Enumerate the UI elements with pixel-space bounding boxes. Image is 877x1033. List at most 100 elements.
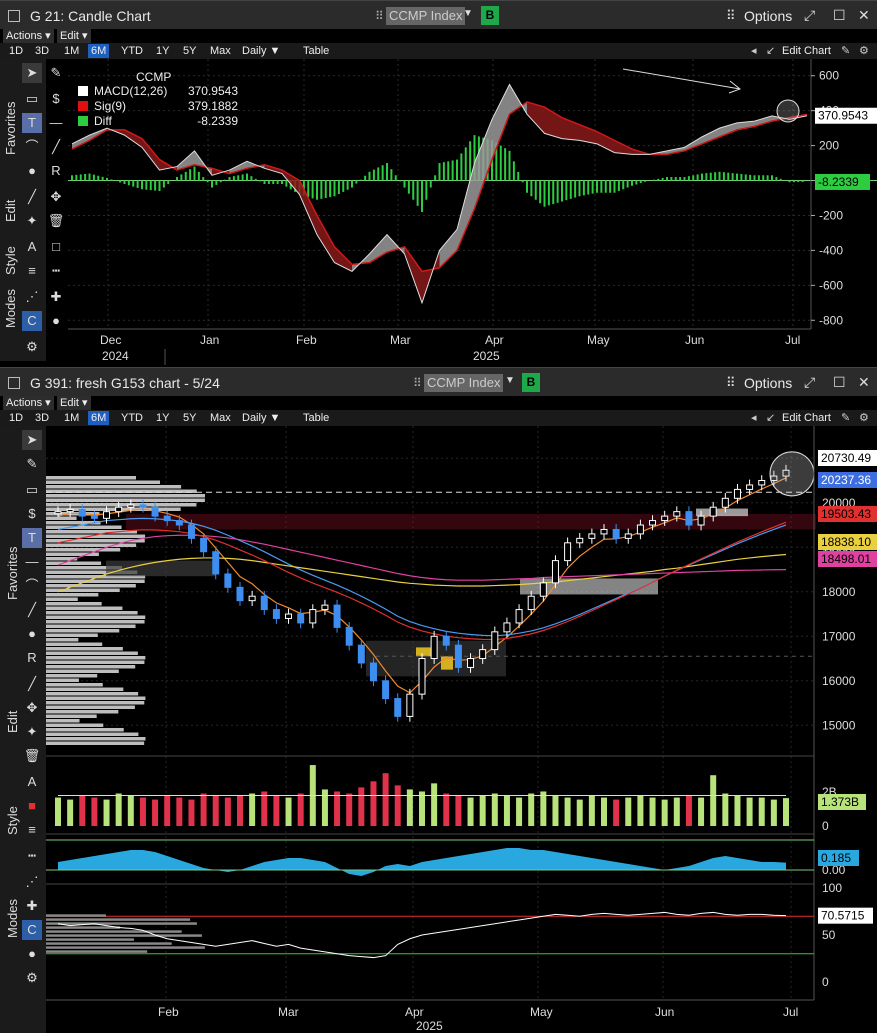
text-tool-icon[interactable]: T	[22, 113, 42, 133]
range-1d[interactable]: 1D	[6, 411, 26, 425]
price-marker-icon[interactable]: $	[46, 89, 66, 109]
text-tool-icon[interactable]: T	[22, 528, 42, 548]
drag-handle-icon[interactable]: ⠿	[413, 376, 422, 390]
trash-icon[interactable]: 🗑	[22, 746, 42, 766]
share-icon[interactable]: ↙	[763, 44, 778, 58]
expand-icon[interactable]: ⤢	[804, 374, 815, 391]
close-icon[interactable]: ✕	[858, 7, 870, 24]
range-3d[interactable]: 3D	[32, 411, 52, 425]
security-type-button[interactable]: B	[481, 6, 499, 25]
add-point-icon[interactable]: ✦	[22, 211, 42, 231]
rectangle-icon[interactable]: ▭	[22, 480, 42, 500]
security-field[interactable]: CCMP Index	[424, 374, 504, 392]
range-1y[interactable]: 1Y	[153, 411, 172, 425]
add-point-icon[interactable]: ✦	[22, 722, 42, 742]
pencil-icon[interactable]: ✎	[22, 454, 42, 474]
range-6m[interactable]: 6M	[88, 44, 110, 58]
crosshair-icon[interactable]: ⋰	[22, 872, 42, 892]
range-3d[interactable]: 3D	[32, 44, 52, 58]
palette-icon[interactable]: ●	[22, 944, 42, 964]
horizontal-line-icon[interactable]: —	[22, 552, 42, 572]
table-button[interactable]: Table	[300, 411, 332, 425]
range-max[interactable]: Max	[207, 44, 234, 58]
expand-icon[interactable]: ⤢	[804, 7, 815, 24]
gear-icon[interactable]: ⚙	[22, 337, 42, 357]
chevron-down-icon[interactable]: ▼	[463, 8, 473, 19]
range-5y[interactable]: 5Y	[180, 411, 199, 425]
options-menu[interactable]: Options	[744, 8, 792, 24]
brush-icon[interactable]: ╱	[22, 674, 42, 694]
range-ytd[interactable]: YTD	[118, 411, 146, 425]
palette-icon[interactable]: ●	[46, 311, 66, 331]
range-ytd[interactable]: YTD	[118, 44, 146, 58]
close-icon[interactable]: ✕	[858, 374, 870, 391]
collapse-icon[interactable]: ◂	[748, 44, 760, 58]
color-swatch-icon[interactable]: □	[46, 237, 66, 257]
line-style-icon[interactable]: ┅	[22, 846, 42, 866]
annotate-icon[interactable]: ✎	[838, 411, 853, 425]
region-icon[interactable]: R	[22, 648, 42, 668]
crosshair-icon[interactable]: ⋰	[22, 287, 42, 307]
range-1m[interactable]: 1M	[61, 44, 82, 58]
actions-menu[interactable]: Actions ▾	[3, 396, 54, 410]
range-1d[interactable]: 1D	[6, 44, 26, 58]
edit-menu[interactable]: Edit ▾	[57, 396, 91, 410]
brush-icon[interactable]: ╱	[22, 187, 42, 207]
range-1y[interactable]: 1Y	[153, 44, 172, 58]
window-icon[interactable]	[8, 377, 20, 389]
font-icon[interactable]: A	[22, 772, 42, 792]
pencil-icon[interactable]: ✎	[46, 63, 66, 83]
circle-icon[interactable]: ●	[22, 624, 42, 644]
font-icon[interactable]: A	[22, 237, 42, 257]
rectangle-icon[interactable]: ▭	[22, 89, 42, 109]
actions-menu[interactable]: Actions ▾	[3, 29, 54, 43]
color-swatch-icon[interactable]: ■	[22, 796, 42, 816]
frequency-select[interactable]: Daily ▼	[239, 44, 283, 58]
split-icon[interactable]: ✚	[46, 287, 66, 307]
annotate-icon[interactable]: ✎	[838, 44, 853, 58]
security-type-button[interactable]: B	[522, 373, 540, 392]
line-weight-icon[interactable]: ≡	[22, 820, 42, 840]
split-icon[interactable]: ✚	[22, 896, 42, 916]
range-max[interactable]: Max	[207, 411, 234, 425]
maximize-icon[interactable]: ☐	[833, 7, 846, 24]
security-field[interactable]: CCMP Index	[386, 7, 466, 25]
trendline-icon[interactable]: ╱	[22, 600, 42, 620]
horizontal-line-icon[interactable]: —	[46, 113, 66, 133]
range-6m[interactable]: 6M	[88, 411, 110, 425]
settings-icon[interactable]: ⚙	[856, 44, 872, 58]
collapse-icon[interactable]: ◂	[748, 411, 760, 425]
pointer-icon[interactable]: ➤	[22, 63, 42, 83]
window-icon[interactable]	[8, 10, 20, 22]
edit-menu[interactable]: Edit ▾	[57, 29, 91, 43]
range-1m[interactable]: 1M	[61, 411, 82, 425]
region-icon[interactable]: R	[46, 161, 66, 181]
circle-icon[interactable]: ●	[22, 161, 42, 181]
line-style-icon[interactable]: ┅	[46, 261, 66, 281]
move-icon[interactable]: ✥	[22, 698, 42, 718]
curve-icon[interactable]: ⌒	[22, 576, 42, 596]
table-button[interactable]: Table	[300, 44, 332, 58]
pointer-icon[interactable]: ➤	[22, 430, 42, 450]
line-weight-icon[interactable]: ≡	[22, 261, 42, 281]
chevron-down-icon[interactable]: ▼	[505, 375, 515, 386]
mode-icon[interactable]: C	[22, 311, 42, 331]
mode-icon[interactable]: C	[22, 920, 42, 940]
frequency-select[interactable]: Daily ▼	[239, 411, 283, 425]
options-menu[interactable]: Options	[744, 375, 792, 391]
trendline-icon[interactable]: ╱	[46, 137, 66, 157]
range-5y[interactable]: 5Y	[180, 44, 199, 58]
gear-icon[interactable]: ⚙	[22, 968, 42, 988]
price-marker-icon[interactable]: $	[22, 504, 42, 524]
price-chart[interactable]: 2100020000190001800017000160001500020730…	[46, 426, 877, 1033]
trash-icon[interactable]: 🗑	[46, 211, 66, 231]
volume-bar	[249, 793, 256, 826]
edit-chart-button[interactable]: Edit Chart	[779, 44, 834, 58]
curve-icon[interactable]: ⌒	[22, 137, 42, 157]
drag-handle-icon[interactable]: ⠿	[375, 9, 384, 23]
share-icon[interactable]: ↙	[763, 411, 778, 425]
settings-icon[interactable]: ⚙	[856, 411, 872, 425]
edit-chart-button[interactable]: Edit Chart	[779, 411, 834, 425]
move-icon[interactable]: ✥	[46, 187, 66, 207]
maximize-icon[interactable]: ☐	[833, 374, 846, 391]
